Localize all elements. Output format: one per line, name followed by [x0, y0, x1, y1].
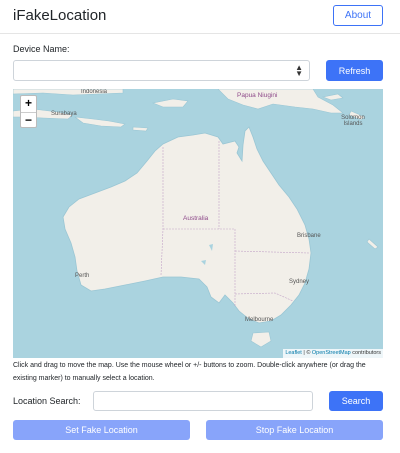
refresh-button[interactable]: Refresh [326, 60, 383, 81]
select-caret-icon: ▲ ▼ [295, 63, 303, 78]
map-help-text: Click and drag to move the map. Use the … [13, 362, 366, 382]
zoom-in-button[interactable]: + [21, 96, 36, 112]
search-button[interactable]: Search [329, 391, 383, 411]
zoom-control: + − [20, 95, 37, 128]
map-tiles [13, 89, 383, 358]
map-label-brisbane: Brisbane [297, 233, 321, 239]
device-name-label: Device Name: [13, 44, 70, 54]
stop-fake-location-button[interactable]: Stop Fake Location [206, 420, 383, 440]
attribution-suffix: contributors [350, 350, 381, 356]
map-attribution: Leaflet | © OpenStreetMap contributors [283, 349, 383, 358]
openstreetmap-link[interactable]: OpenStreetMap [312, 350, 351, 356]
leaflet-link[interactable]: Leaflet [285, 350, 302, 356]
map-label-surabaya: Surabaya [51, 111, 77, 117]
map-label-indonesia: Indonesia [81, 89, 108, 95]
attribution-separator: | © [301, 350, 312, 356]
map-label-perth: Perth [75, 273, 90, 279]
map-label-australia: Australia [183, 215, 209, 222]
map-label-solomon: Solomon Islands [341, 115, 365, 127]
map-label-papua: Papua Niugini [237, 92, 278, 99]
map-label-melbourne: Melbourne [245, 317, 274, 323]
map-view[interactable]: + − Indonesia Surabaya Papua Niugini Sol… [13, 89, 383, 358]
location-search-label: Location Search: [13, 396, 81, 406]
app-header: iFakeLocation About [0, 0, 400, 34]
device-select[interactable]: ▲ ▼ [13, 60, 310, 81]
about-button[interactable]: About [333, 5, 383, 26]
location-search-input[interactable] [93, 391, 313, 411]
app-title: iFakeLocation [13, 7, 107, 24]
map-label-sydney: Sydney [289, 279, 310, 285]
zoom-out-button[interactable]: − [21, 112, 36, 128]
set-fake-location-button[interactable]: Set Fake Location [13, 420, 190, 440]
